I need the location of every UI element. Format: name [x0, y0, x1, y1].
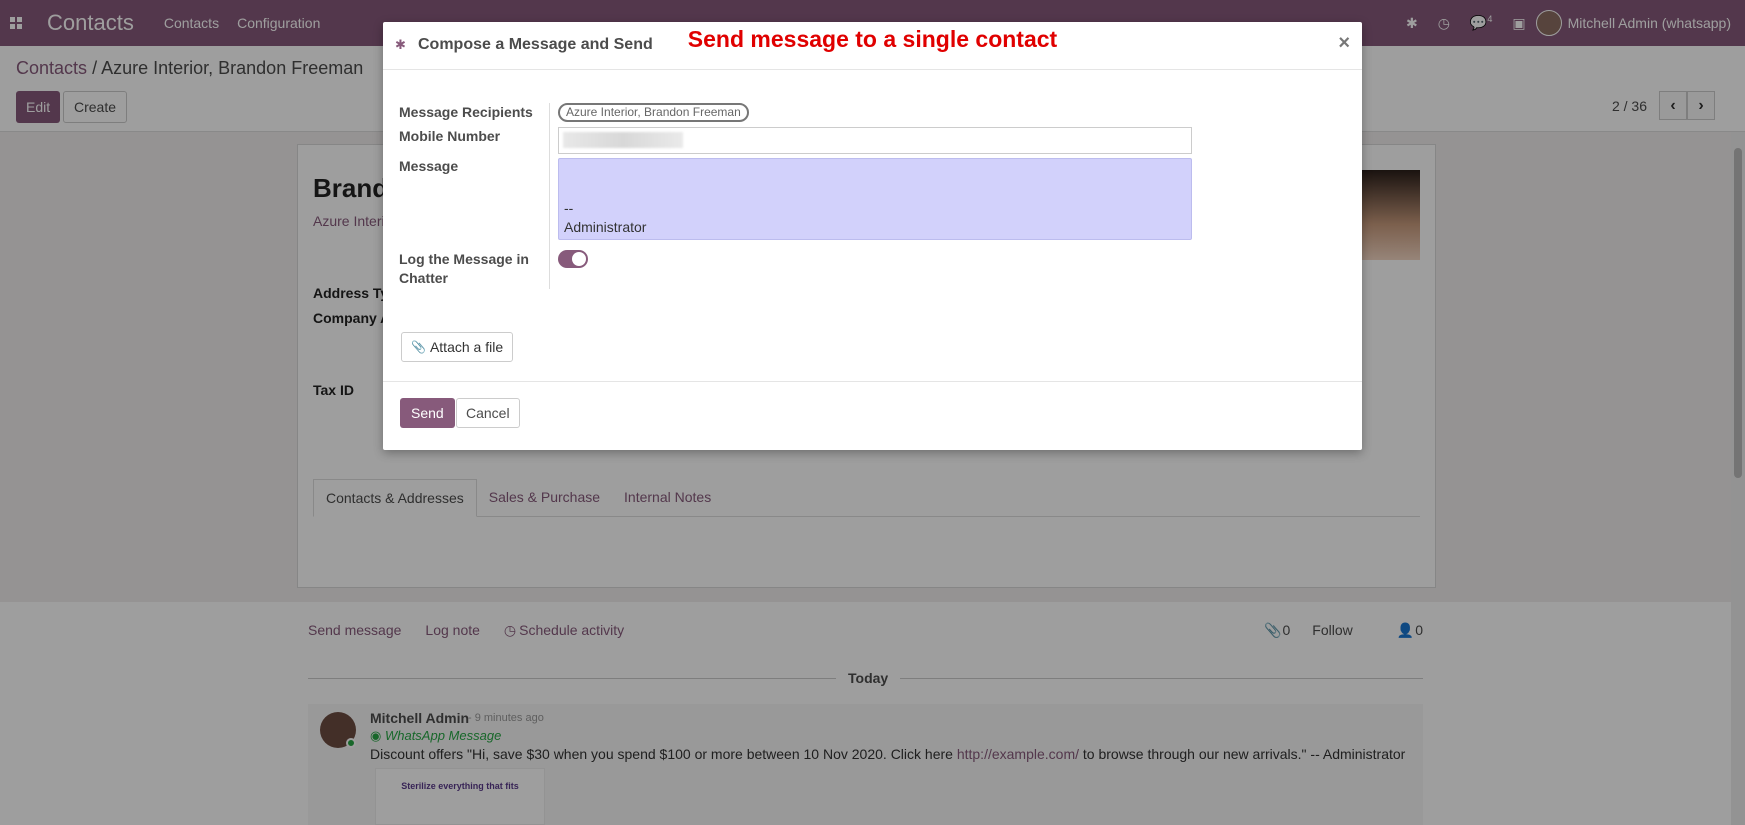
recipients-label: Message Recipients — [399, 104, 533, 120]
annotation-caption: Send message to a single contact — [687, 26, 1058, 52]
mobile-number-label: Mobile Number — [399, 128, 501, 144]
dialog-header: ✱ Compose a Message and Send Send messag… — [383, 22, 1362, 70]
close-icon[interactable]: × — [1338, 32, 1350, 55]
message-label: Message — [399, 158, 459, 174]
paperclip-icon: 📎 — [411, 340, 426, 354]
label-separator — [549, 103, 550, 289]
dialog-footer: Send Cancel — [383, 381, 1362, 450]
log-in-chatter-toggle[interactable] — [558, 250, 588, 268]
message-textarea[interactable]: -- Administrator — [558, 158, 1192, 240]
send-button[interactable]: Send — [400, 398, 455, 428]
attach-file-label: Attach a file — [429, 339, 504, 355]
blurred-phone-number — [563, 132, 683, 148]
attach-file-button[interactable]: 📎 Attach a file — [401, 332, 514, 362]
log-in-chatter-label: Log the Message in Chatter — [399, 251, 529, 286]
compose-message-dialog: ✱ Compose a Message and Send Send messag… — [383, 22, 1362, 450]
recipient-tag[interactable]: Azure Interior, Brandon Freeman — [558, 103, 749, 122]
toggle-knob — [572, 252, 586, 266]
dialog-body: Message Recipients Azure Interior, Brand… — [383, 70, 1362, 383]
mobile-number-field[interactable] — [558, 127, 1192, 154]
cancel-button[interactable]: Cancel — [456, 398, 520, 428]
